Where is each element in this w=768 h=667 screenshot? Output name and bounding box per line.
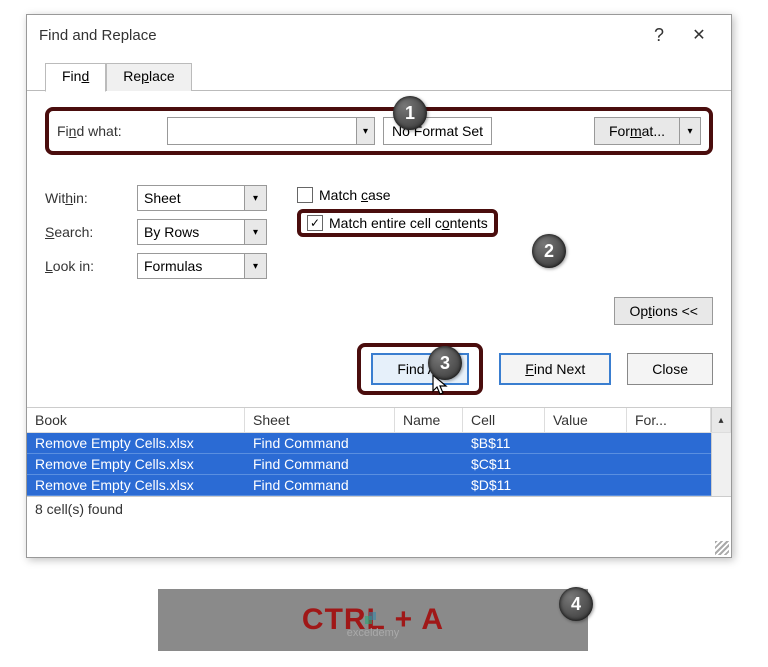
- close-icon[interactable]: ✕: [679, 25, 719, 45]
- matchentire-label: Match entire cell contents: [329, 215, 488, 231]
- options-button[interactable]: Options <<: [614, 297, 713, 325]
- col-sheet[interactable]: Sheet: [245, 408, 395, 432]
- col-book[interactable]: Book: [27, 408, 245, 432]
- findwhat-highlight: Find what: ▾ No Format Set Format... ▾: [45, 107, 713, 155]
- matchcase-label: Match case: [319, 187, 391, 203]
- help-icon[interactable]: ?: [639, 25, 679, 46]
- tabs: Find Replace: [45, 63, 731, 91]
- checks-column: Match case ✓ Match entire cell contents: [297, 185, 498, 279]
- annotation-badge-3: 3: [428, 346, 462, 380]
- lookin-value: Formulas: [138, 258, 244, 274]
- results-header: Book Sheet Name Cell Value For... ▴: [27, 408, 731, 433]
- scroll-up-icon[interactable]: ▴: [711, 408, 731, 432]
- lookin-label: Look in:: [45, 258, 137, 274]
- keyboard-shortcut-label: CTRL + A exceldemy: [158, 589, 588, 651]
- tab-body: Find what: ▾ No Format Set Format... ▾ W…: [27, 90, 731, 289]
- watermark: exceldemy: [158, 611, 588, 639]
- lookin-select[interactable]: Formulas ▾: [137, 253, 267, 279]
- annotation-badge-1: 1: [393, 96, 427, 130]
- resize-grip-icon[interactable]: [715, 541, 729, 555]
- status-bar: 8 cell(s) found: [27, 496, 731, 521]
- col-cell[interactable]: Cell: [463, 408, 545, 432]
- annotation-badge-2: 2: [532, 234, 566, 268]
- tab-find[interactable]: Find: [45, 63, 106, 92]
- options-group: Within: Sheet ▾ Search: By Rows ▾ Look i…: [45, 185, 713, 279]
- matchcase-row[interactable]: Match case: [297, 187, 498, 203]
- results-list[interactable]: Remove Empty Cells.xlsx Find Command $B$…: [27, 433, 711, 496]
- annotation-badge-4: 4: [559, 587, 593, 621]
- results-body: Remove Empty Cells.xlsx Find Command $B$…: [27, 433, 731, 496]
- findnext-button[interactable]: Find Next: [499, 353, 611, 385]
- col-formula[interactable]: For...: [627, 408, 711, 432]
- search-label: Search:: [45, 224, 137, 240]
- matchentire-checkbox[interactable]: ✓: [307, 215, 323, 231]
- findall-highlight: Find All: [357, 343, 483, 395]
- matchcase-checkbox[interactable]: [297, 187, 313, 203]
- result-row[interactable]: Remove Empty Cells.xlsx Find Command $B$…: [27, 433, 711, 454]
- titlebar: Find and Replace ? ✕: [27, 15, 731, 55]
- find-replace-dialog: Find and Replace ? ✕ Find Replace Find w…: [26, 14, 732, 558]
- within-select[interactable]: Sheet ▾: [137, 185, 267, 211]
- matchentire-highlight: ✓ Match entire cell contents: [297, 209, 498, 237]
- tab-replace[interactable]: Replace: [106, 63, 191, 91]
- chevron-down-icon[interactable]: ▾: [244, 220, 266, 244]
- format-button[interactable]: Format...: [594, 117, 679, 145]
- scrollbar[interactable]: [711, 433, 731, 496]
- close-button[interactable]: Close: [627, 353, 713, 385]
- col-value[interactable]: Value: [545, 408, 627, 432]
- findwhat-field[interactable]: [168, 124, 356, 139]
- within-value: Sheet: [138, 190, 244, 206]
- format-button-group: Format... ▾: [594, 117, 701, 145]
- chevron-down-icon[interactable]: ▾: [244, 186, 266, 210]
- chevron-down-icon[interactable]: ▾: [356, 118, 374, 144]
- matchentire-row[interactable]: ✓ Match entire cell contents: [307, 215, 488, 231]
- search-value: By Rows: [138, 224, 244, 240]
- buttons-row: Find All Find Next Close: [27, 325, 731, 407]
- selects-column: Within: Sheet ▾ Search: By Rows ▾ Look i…: [45, 185, 267, 279]
- chevron-down-icon[interactable]: ▾: [244, 254, 266, 278]
- findwhat-label: Find what:: [57, 123, 167, 139]
- findwhat-input[interactable]: ▾: [167, 117, 375, 145]
- results-pane: Book Sheet Name Cell Value For... ▴ Remo…: [27, 407, 731, 496]
- col-name[interactable]: Name: [395, 408, 463, 432]
- search-select[interactable]: By Rows ▾: [137, 219, 267, 245]
- result-row[interactable]: Remove Empty Cells.xlsx Find Command $C$…: [27, 454, 711, 475]
- result-row[interactable]: Remove Empty Cells.xlsx Find Command $D$…: [27, 475, 711, 496]
- dialog-title: Find and Replace: [39, 27, 639, 44]
- format-dropdown-icon[interactable]: ▾: [679, 117, 701, 145]
- options-row: Options <<: [27, 289, 731, 325]
- within-label: Within:: [45, 190, 137, 206]
